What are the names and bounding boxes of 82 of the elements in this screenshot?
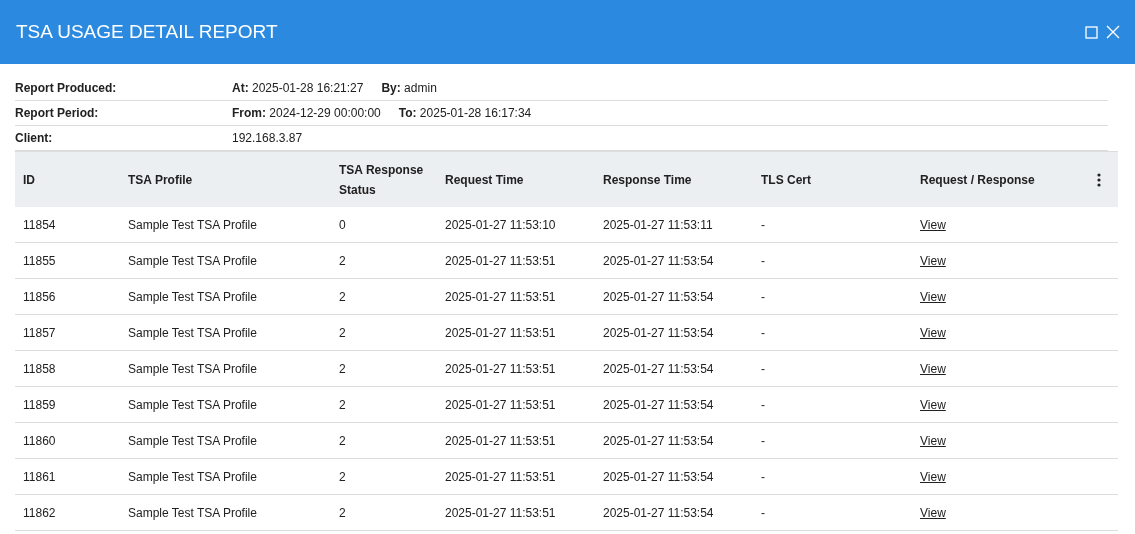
table-cell-text: 2 bbox=[338, 252, 347, 270]
table-cell-text: 2025-01-27 11:53:51 bbox=[444, 396, 557, 414]
table-cell-text: Sample Test TSA Profile bbox=[127, 360, 258, 378]
info-label: Report Produced: bbox=[15, 81, 118, 95]
view-link[interactable]: View bbox=[920, 361, 946, 376]
table-cell-text: 2 bbox=[338, 288, 347, 306]
column-header: Request Time bbox=[444, 171, 525, 189]
table-cell-text: 11856 bbox=[22, 288, 57, 306]
table-cell-text: 11862 bbox=[22, 504, 57, 522]
table-cell-text: Sample Test TSA Profile bbox=[127, 216, 258, 234]
table-cell-text: 2025-01-27 11:53:51 bbox=[444, 432, 557, 450]
table-cell-text: 2025-01-27 11:53:10 bbox=[444, 216, 557, 234]
table-cell-text: 2 bbox=[338, 360, 347, 378]
column-header: Response Time bbox=[602, 171, 693, 189]
table-cell-text: Sample Test TSA Profile bbox=[127, 324, 258, 342]
table-cell-text: - bbox=[760, 252, 766, 270]
table-cell-text: 2025-01-27 11:53:54 bbox=[602, 360, 715, 378]
table-cell-text: 2025-01-27 11:53:51 bbox=[444, 468, 557, 486]
column-header: ID bbox=[22, 171, 36, 189]
table-cell-text: 2 bbox=[338, 468, 347, 486]
table-cell-text: Sample Test TSA Profile bbox=[127, 396, 258, 414]
table-cell-text: 2025-01-27 11:53:54 bbox=[602, 468, 715, 486]
close-icon[interactable] bbox=[1106, 25, 1120, 39]
table-cell-text: - bbox=[760, 324, 766, 342]
view-link[interactable]: View bbox=[920, 325, 946, 340]
table-cell-text: 2025-01-27 11:53:54 bbox=[602, 288, 715, 306]
view-link[interactable]: View bbox=[920, 505, 946, 520]
table-cell-text: Sample Test TSA Profile bbox=[127, 468, 258, 486]
table-cell-text: 11855 bbox=[22, 252, 57, 270]
table-cell-text: 2025-01-27 11:53:54 bbox=[602, 432, 715, 450]
table-cell-text: 2025-01-27 11:53:54 bbox=[602, 504, 715, 522]
table-cell-text: Sample Test TSA Profile bbox=[127, 252, 258, 270]
table-cell-text: 11854 bbox=[22, 216, 57, 234]
table-cell-text: Sample Test TSA Profile bbox=[127, 432, 258, 450]
table-cell-text: 11859 bbox=[22, 396, 57, 414]
table-cell-text: Sample Test TSA Profile bbox=[127, 504, 258, 522]
table-cell-text: 11861 bbox=[22, 468, 57, 486]
table-cell-text: 2025-01-27 11:53:54 bbox=[602, 252, 715, 270]
maximize-icon[interactable] bbox=[1085, 25, 1098, 39]
table-cell-text: 2025-01-27 11:53:11 bbox=[602, 216, 714, 234]
info-value: By: admin bbox=[381, 81, 437, 95]
column-header: TSA Response Status bbox=[338, 161, 425, 199]
view-link[interactable]: View bbox=[920, 217, 946, 232]
table-cell-text: - bbox=[760, 288, 766, 306]
table-cell-text: 2 bbox=[338, 504, 347, 522]
table-cell-text: 2025-01-27 11:53:51 bbox=[444, 360, 557, 378]
table-cell-text: - bbox=[760, 216, 766, 234]
table-cell-text: - bbox=[760, 504, 766, 522]
info-label: Report Period: bbox=[15, 106, 100, 120]
table-cell-text: - bbox=[760, 432, 766, 450]
view-link[interactable]: View bbox=[920, 289, 946, 304]
info-value: At: 2025-01-28 16:21:27 bbox=[232, 81, 364, 95]
view-link[interactable]: View bbox=[920, 433, 946, 448]
table-cell-text: 2 bbox=[338, 396, 347, 414]
window-title: TSA USAGE DETAIL REPORT bbox=[16, 21, 279, 43]
column-header: Request / Response bbox=[919, 171, 1036, 189]
info-value: From: 2024-12-29 00:00:00 bbox=[232, 106, 381, 120]
table-cell-text: 11857 bbox=[22, 324, 57, 342]
table-cell-text: 2025-01-27 11:53:51 bbox=[444, 504, 557, 522]
info-label: Client: bbox=[15, 131, 54, 145]
table-cell-text: - bbox=[760, 360, 766, 378]
column-header: TSA Profile bbox=[127, 171, 194, 189]
view-link[interactable]: View bbox=[920, 397, 946, 412]
table-cell-text: - bbox=[760, 396, 766, 414]
table-cell-text: 2025-01-27 11:53:51 bbox=[444, 252, 557, 270]
table-cell-text: 2 bbox=[338, 432, 347, 450]
table-cell-text: 11858 bbox=[22, 360, 57, 378]
table-cell-text: 0 bbox=[338, 216, 347, 234]
table-cell-text: Sample Test TSA Profile bbox=[127, 288, 258, 306]
table-cell-text: 11860 bbox=[22, 432, 57, 450]
view-link[interactable]: View bbox=[920, 469, 946, 484]
table-cell-text: 2025-01-27 11:53:51 bbox=[444, 288, 557, 306]
info-value: 192.168.3.87 bbox=[232, 131, 303, 145]
more-options-icon[interactable] bbox=[1097, 172, 1101, 187]
view-link[interactable]: View bbox=[920, 253, 946, 268]
table-cell-text: 2025-01-27 11:53:51 bbox=[444, 324, 557, 342]
column-header: TLS Cert bbox=[760, 171, 812, 189]
info-value: To: 2025-01-28 16:17:34 bbox=[398, 106, 532, 120]
table-cell-text: - bbox=[760, 468, 766, 486]
table-cell-text: 2025-01-27 11:53:54 bbox=[602, 324, 715, 342]
table-cell-text: 2025-01-27 11:53:54 bbox=[602, 396, 715, 414]
table-cell-text: 2 bbox=[338, 324, 347, 342]
